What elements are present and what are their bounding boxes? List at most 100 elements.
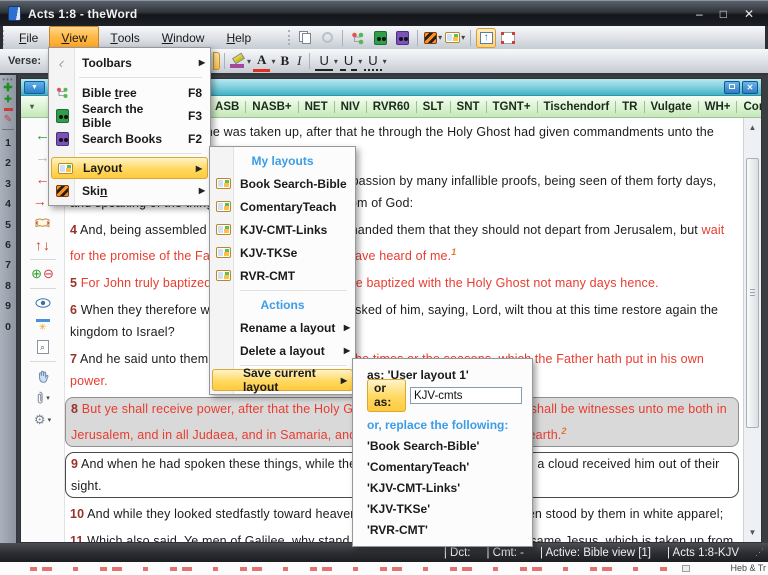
layout-item-book-search-bible[interactable]: Book Search-Bible <box>210 172 355 195</box>
menu-window[interactable]: Window <box>151 26 216 49</box>
footnote-marker[interactable]: 1 <box>451 247 456 257</box>
view-options-button[interactable] <box>21 292 64 314</box>
bible-tree-icon <box>352 32 364 44</box>
bible-tab-rvr60[interactable]: RVR60 <box>370 101 413 113</box>
underline-button[interactable]: U ▾ <box>315 51 338 71</box>
highlighter-button[interactable]: ▾ <box>230 51 251 71</box>
menu-item-save-or-as[interactable]: or as: <box>353 379 532 412</box>
copy-button[interactable] <box>295 28 315 48</box>
parallel-books-button[interactable] <box>21 212 64 234</box>
menu-help[interactable]: Help <box>215 26 262 49</box>
bible-tab-net[interactable]: NET <box>302 101 331 113</box>
menu-item-rename-layout[interactable]: Rename a layout ▶ <box>210 316 355 339</box>
vertical-scrollbar[interactable]: ▲ ▼ <box>743 118 761 542</box>
clipboard-attach-button[interactable]: ▾ <box>21 387 64 409</box>
bold-button[interactable]: B <box>276 52 293 70</box>
skin-button[interactable]: ▾ <box>423 28 443 48</box>
menu-item-search-books[interactable]: Search Books F2 <box>49 127 210 150</box>
scrollbar-thumb[interactable] <box>746 158 759 428</box>
maximize-button[interactable]: □ <box>720 7 727 21</box>
paste-button[interactable] <box>317 28 337 48</box>
pan-mode-button[interactable] <box>21 365 64 387</box>
paperclip-icon <box>37 391 43 404</box>
replace-item-comentaryteach[interactable]: 'ComentaryTeach' <box>353 456 532 477</box>
font-color-button[interactable]: A ▾ <box>253 51 275 72</box>
menu-item-search-bible[interactable]: Search the Bible F3 <box>49 102 210 130</box>
bible-tree-button[interactable] <box>348 28 368 48</box>
bible-tab-vulgate[interactable]: Vulgate <box>648 101 695 113</box>
verse-reference-box-edge[interactable] <box>213 52 221 70</box>
bookmark-5[interactable]: 5 <box>5 215 11 235</box>
edit-bookmark-icon[interactable]: ✎ <box>4 114 12 125</box>
bookmark-1[interactable]: 1 <box>5 133 11 153</box>
menu-view[interactable]: View <box>49 26 100 49</box>
search-bible-button[interactable] <box>370 28 390 48</box>
bookmark-7[interactable]: 7 <box>5 255 11 275</box>
print-preview-button[interactable]: ⌕ <box>21 336 64 358</box>
menu-item-layout[interactable]: Layout ▶ <box>51 157 208 179</box>
bookmark-0[interactable]: 0 <box>5 317 11 337</box>
settings-button[interactable]: ⚙ ▾ <box>21 409 64 431</box>
verse-6[interactable]: 6 When they therefore were come together… <box>70 299 737 343</box>
menu-item-delete-layout[interactable]: Delete a layout ▶ <box>210 339 355 362</box>
bible-view-restore-button[interactable] <box>724 80 740 94</box>
red-dashed-text-marks <box>30 567 670 571</box>
bible-tab-nasb+[interactable]: NASB+ <box>249 101 294 113</box>
italic-button[interactable]: I <box>293 52 305 70</box>
layout-item-kjv-tkse[interactable]: KJV-TKSe <box>210 241 355 264</box>
add-all-bookmarks-icon[interactable]: ✚ <box>4 94 12 104</box>
tab-separator <box>536 100 538 113</box>
remove-bookmark-icon[interactable] <box>3 108 13 111</box>
verse-4[interactable]: 4 And, being assembled together with the… <box>70 219 737 267</box>
menu-file[interactable]: File <box>8 26 49 49</box>
underline-dashed-button[interactable]: U ▾ <box>339 51 362 71</box>
resize-grip[interactable]: ⋰ <box>755 547 765 558</box>
bookmark-6[interactable]: 6 <box>5 235 11 255</box>
bookmark-3[interactable]: 3 <box>5 174 11 194</box>
bible-tab-asb[interactable]: ASB <box>212 101 242 113</box>
footnote-marker[interactable]: 2 <box>561 426 566 436</box>
layout-name-input[interactable] <box>410 387 522 404</box>
bookmark-2[interactable]: 2 <box>5 153 11 173</box>
menu-item-save-current-layout[interactable]: Save current layout ▶ <box>212 366 353 394</box>
replace-item-kjv-cmt-links[interactable]: 'KJV-CMT-Links' <box>353 477 532 498</box>
bookmark-9[interactable]: 9 <box>5 296 11 316</box>
add-bookmark-icon[interactable]: ✚ <box>3 82 12 94</box>
menu-tools[interactable]: Tools <box>99 26 150 49</box>
menu-item-skin[interactable]: Skin ▶ <box>49 179 210 202</box>
scroll-up-button[interactable]: ▲ <box>745 120 760 135</box>
minimize-button[interactable]: – <box>696 7 703 21</box>
underline-dotted-button[interactable]: U ▾ <box>364 51 387 71</box>
bible-tab-tgnt+[interactable]: TGNT+ <box>490 101 534 113</box>
toggle-panels-button[interactable]: ↑ <box>476 27 497 48</box>
verse-5[interactable]: 5 For John truly baptized with water; bu… <box>70 272 737 294</box>
divider <box>2 129 14 130</box>
bible-tab-wh+[interactable]: WH+ <box>702 101 734 113</box>
layout-button[interactable]: ▾ <box>445 28 465 48</box>
replace-item-kjv-tkse[interactable]: 'KJV-TKSe' <box>353 498 532 519</box>
bible-view-close-button[interactable]: ✕ <box>742 80 758 94</box>
menu-item-toolbars[interactable]: ⌐ Toolbars ▶ <box>49 51 210 74</box>
zoom-buttons[interactable]: ⊕ ⊖ <box>21 263 64 285</box>
layout-item-comentaryteach[interactable]: ComentaryTeach <box>210 195 355 218</box>
replace-item-rvr-cmt[interactable]: 'RVR-CMT' <box>353 519 532 540</box>
fullscreen-button[interactable] <box>498 28 518 48</box>
close-button[interactable]: ✕ <box>744 7 754 21</box>
layout-item-kjv-cmt-links[interactable]: KJV-CMT-Links <box>210 218 355 241</box>
tab-compare[interactable]: Compare▾ <box>740 101 761 113</box>
bible-view-menu-button[interactable]: ▼ <box>24 80 45 94</box>
search-books-button[interactable] <box>392 28 412 48</box>
bible-tab-slt[interactable]: SLT <box>420 101 447 113</box>
bible-tab-niv[interactable]: NIV <box>338 101 363 113</box>
bookmark-8[interactable]: 8 <box>5 276 11 296</box>
bible-tab-tr[interactable]: TR <box>619 101 640 113</box>
highlight-options-button[interactable]: ✳ <box>21 314 64 336</box>
chevron-down-icon[interactable]: ▾ <box>30 102 34 111</box>
bible-tab-snt[interactable]: SNT <box>454 101 483 113</box>
scroll-down-button[interactable]: ▼ <box>745 525 760 540</box>
layout-item-rvr-cmt[interactable]: RVR-CMT <box>210 264 355 287</box>
verse-up-down-buttons[interactable]: ↑ ↓ <box>21 234 64 256</box>
bookmark-4[interactable]: 4 <box>5 194 11 214</box>
replace-item-book-search-bible[interactable]: 'Book Search-Bible' <box>353 435 532 456</box>
bible-tab-tischendorf[interactable]: Tischendorf <box>541 101 613 113</box>
